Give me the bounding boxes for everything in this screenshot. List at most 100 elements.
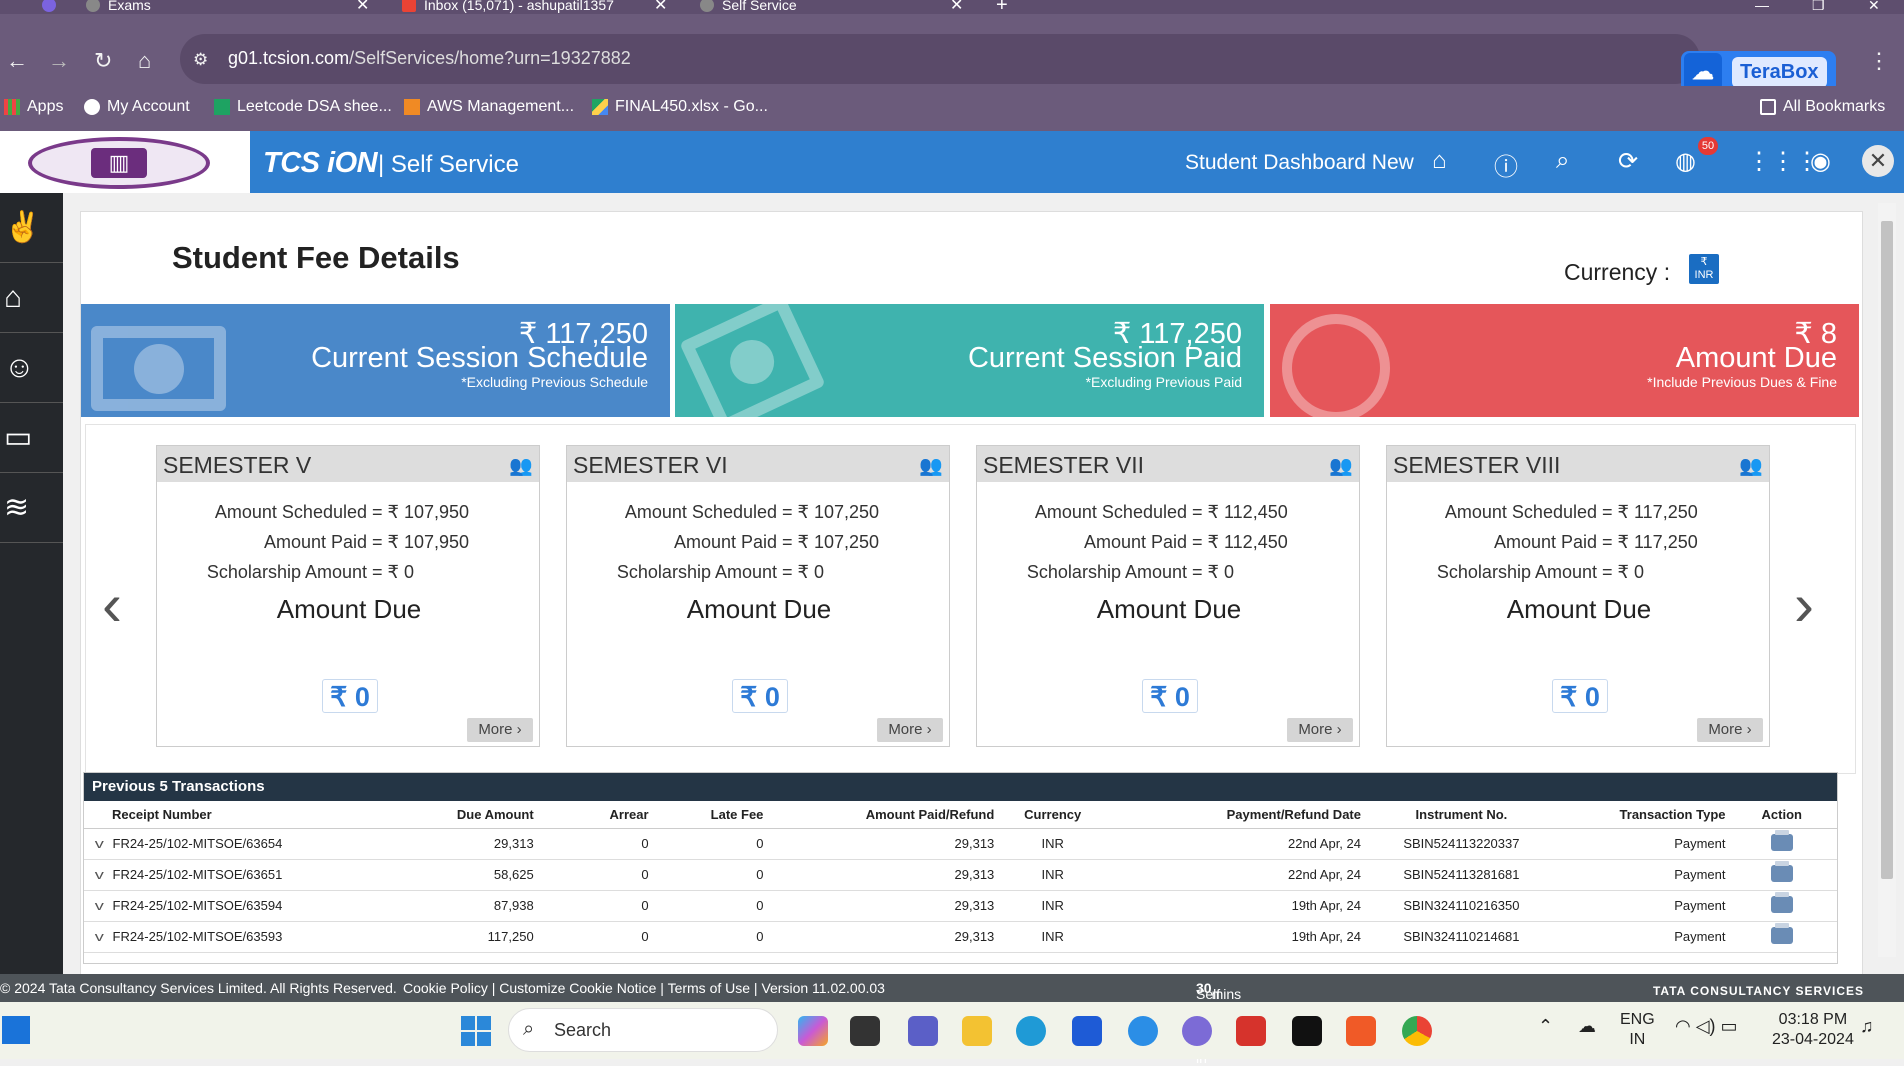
sidebar-item-handshake[interactable]: ✌ [0, 193, 63, 263]
onedrive-icon[interactable]: ☁ [1578, 1016, 1596, 1036]
table-cell: 29,313 [764, 828, 996, 860]
tab-extension[interactable] [42, 0, 64, 14]
due-note: *Include Previous Dues & Fine [1647, 374, 1837, 390]
home-icon[interactable]: ⌂ [1432, 147, 1447, 175]
print-icon[interactable] [1770, 829, 1793, 851]
sidebar-item-books[interactable]: ≋ [0, 473, 63, 543]
brave-icon[interactable] [1346, 1016, 1376, 1046]
back-icon[interactable]: ← [6, 48, 28, 74]
more-button[interactable]: More › [1697, 718, 1763, 742]
user-profile-icon[interactable]: ◉ [1810, 147, 1831, 176]
table-row[interactable]: v FR24-25/102-MITSOE/63594 87,938 0 0 29,313 I… [84, 890, 1837, 922]
table-cell: 29,313 [354, 828, 535, 860]
university-logo[interactable]: ▥ [28, 137, 210, 189]
footer-links[interactable]: Cookie Policy | Customize Cookie Notice … [403, 980, 885, 996]
site-settings-icon[interactable]: ⚙ [193, 50, 208, 70]
wifi-volume-battery-icon[interactable]: ◠ ◁) ▭ [1675, 1016, 1738, 1036]
maximize-button[interactable]: ❐ [1812, 0, 1825, 14]
search-icon[interactable]: ⌕ [1556, 147, 1569, 175]
sheets-icon [214, 99, 230, 115]
bookmark-leetcode[interactable]: Leetcode DSA shee... [214, 98, 392, 116]
tab-exams[interactable]: Exams ✕ [86, 0, 369, 14]
page-scrollbar[interactable] [1878, 203, 1896, 957]
close-tab-icon[interactable]: ✕ [950, 0, 963, 14]
more-button[interactable]: More › [1287, 718, 1353, 742]
app-icon[interactable] [1182, 1016, 1212, 1046]
bookmark-final450[interactable]: FINAL450.xlsx - Go... [592, 98, 768, 116]
group-users-icon[interactable]: 👥 [1329, 454, 1353, 478]
taskbar-search[interactable]: ⌕ Search [508, 1008, 778, 1052]
sidebar-item-support[interactable]: ☺ [0, 333, 63, 403]
expand-chevron-icon[interactable]: v [95, 867, 104, 882]
all-bookmarks[interactable]: All Bookmarks [1760, 98, 1885, 116]
group-users-icon[interactable]: 👥 [919, 454, 943, 478]
forward-icon[interactable]: → [48, 48, 70, 74]
bookmark-apps[interactable]: Apps [4, 98, 63, 116]
dashboard-title[interactable]: Student Dashboard New [1185, 151, 1414, 175]
table-cell: SBIN524113220337 [1362, 828, 1561, 860]
notification-bell-icon[interactable]: ♫ [1860, 1016, 1874, 1036]
expand-chevron-icon[interactable]: v [95, 929, 104, 944]
table-row[interactable]: v FR24-25/102-MITSOE/63593 117,250 0 0 29,313… [84, 921, 1837, 953]
apps-grid-icon[interactable]: ⋮⋮⋮ [1747, 147, 1819, 176]
clock[interactable]: 03:18 PM 23-04-2024 [1772, 1010, 1854, 1050]
windows-start-icon[interactable] [461, 1016, 491, 1046]
close-icon[interactable]: ✕ [1862, 145, 1894, 177]
tab-inbox[interactable]: Inbox (15,071) - ashupatil1357 ✕ [402, 0, 667, 14]
tab-title: Self Service [722, 0, 797, 13]
vscode-icon[interactable] [1128, 1016, 1158, 1046]
tray-overflow-icon[interactable]: ⌃ [1538, 1016, 1553, 1036]
teams-icon[interactable] [908, 1016, 938, 1046]
shield-icon[interactable] [1236, 1016, 1266, 1046]
menu-icon[interactable]: ⋮ [1868, 48, 1890, 74]
language-indicator[interactable]: ENG IN [1620, 1010, 1655, 1050]
minimize-button[interactable]: — [1755, 0, 1769, 14]
file-explorer-icon[interactable] [962, 1016, 992, 1046]
widgets-icon[interactable] [2, 1016, 30, 1044]
sidebar-item-institute[interactable]: ⌂ [0, 263, 63, 333]
url-text[interactable]: g01.tcsion.com/SelfServices/home?urn=193… [228, 48, 631, 69]
schedule-note: *Excluding Previous Schedule [461, 374, 648, 390]
expand-chevron-icon[interactable]: v [95, 836, 104, 851]
apps-grid-icon [4, 99, 20, 115]
print-icon[interactable] [1770, 860, 1793, 882]
reload-icon[interactable]: ↻ [94, 48, 112, 74]
table-cell: v FR24-25/102-MITSOE/63594 [84, 890, 355, 922]
group-users-icon[interactable]: 👥 [1739, 454, 1763, 478]
schedule-label: Current Session Schedule [311, 342, 648, 374]
print-icon[interactable] [1770, 922, 1793, 944]
help-icon[interactable]: ⓘ [1494, 147, 1518, 182]
home-icon[interactable]: ⌂ [138, 48, 151, 74]
bookmark-my-account[interactable]: My Account [84, 98, 190, 116]
notion-icon[interactable] [1292, 1016, 1322, 1046]
chrome-icon[interactable] [1402, 1016, 1432, 1046]
scrollbar-thumb[interactable] [1881, 221, 1893, 879]
amount-due-value: ₹ 0 [732, 679, 788, 713]
task-view-icon[interactable] [850, 1016, 880, 1046]
store-icon[interactable] [1072, 1016, 1102, 1046]
print-icon[interactable] [1770, 891, 1793, 913]
close-tab-icon[interactable]: ✕ [654, 0, 667, 14]
tab-self-service[interactable]: Self Service ✕ [700, 0, 963, 14]
expand-chevron-icon[interactable]: v [95, 898, 104, 913]
globe-icon[interactable]: ◍ [1675, 147, 1696, 176]
brand-name: TCS iON [263, 147, 378, 179]
new-tab-button[interactable]: + [996, 0, 1008, 14]
close-tab-icon[interactable]: ✕ [356, 0, 369, 14]
current-session-paid-card: ₹ 117,250 Current Session Paid *Excludin… [675, 304, 1264, 417]
sidebar-item-media[interactable]: ▭ [0, 403, 63, 473]
refresh-icon[interactable]: ⟳ [1618, 147, 1638, 176]
more-button[interactable]: More › [877, 718, 943, 742]
carousel-prev-arrow[interactable]: ‹ [102, 570, 122, 639]
table-row[interactable]: v FR24-25/102-MITSOE/63654 29,313 0 0 29,313 I… [84, 828, 1837, 860]
table-row[interactable]: v FR24-25/102-MITSOE/63651 58,625 0 0 29,313 I… [84, 859, 1837, 891]
bookmark-aws[interactable]: AWS Management... [404, 98, 574, 116]
edge-icon[interactable] [1016, 1016, 1046, 1046]
carousel-next-arrow[interactable]: › [1794, 570, 1814, 639]
group-users-icon[interactable]: 👥 [509, 454, 533, 478]
close-window-button[interactable]: ✕ [1868, 0, 1880, 14]
currency-inr-icon[interactable]: ₹ INR [1689, 254, 1719, 284]
copilot-icon[interactable] [798, 1016, 828, 1046]
table-cell: 29,313 [764, 890, 996, 922]
more-button[interactable]: More › [467, 718, 533, 742]
